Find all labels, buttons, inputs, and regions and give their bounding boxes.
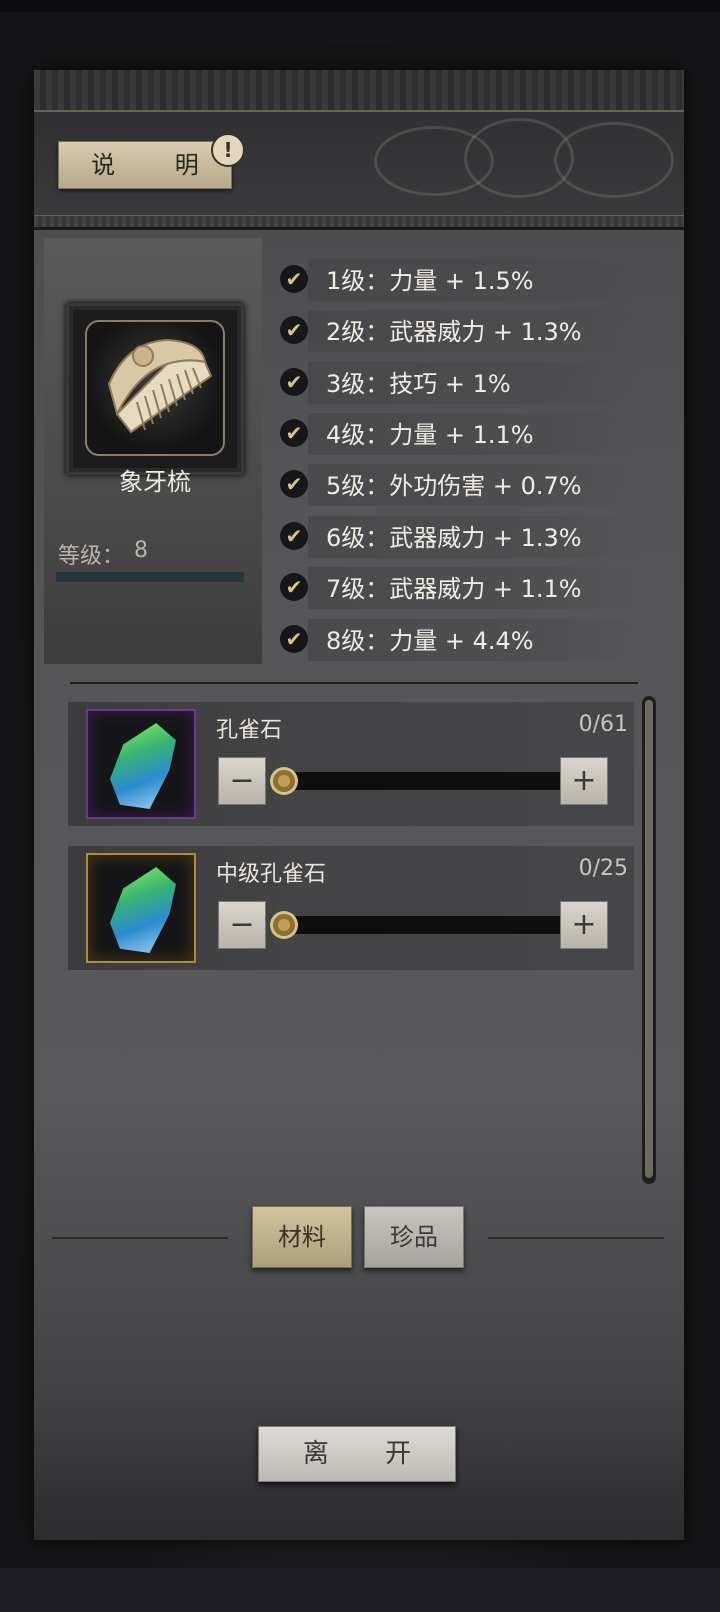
header-trim	[34, 70, 684, 112]
bonus-row: ✔ 7级：武器威力 + 1.1%	[278, 563, 668, 611]
tab-divider-left	[52, 1237, 228, 1239]
material-thumbnail[interactable]	[86, 709, 196, 819]
bonus-row: ✔ 6级：武器威力 + 1.3%	[278, 512, 668, 560]
check-icon: ✔	[280, 573, 308, 601]
material-name: 中级孔雀石	[216, 862, 327, 887]
tab-materials[interactable]: 材料	[252, 1206, 352, 1268]
bonus-text: 8级：力量 + 4.4%	[326, 627, 534, 655]
peacock-stone-icon	[110, 723, 176, 809]
header-trim-lower	[34, 215, 684, 227]
scrollbar-thumb[interactable]	[645, 700, 653, 1178]
bonus-text: 5级：外功伤害 + 0.7%	[326, 472, 582, 500]
increase-button[interactable]: +	[560, 901, 608, 949]
material-count: 0/25	[578, 856, 628, 881]
material-list: 孔雀石 0/61 − + 中级孔雀石 0/25 − +	[68, 702, 634, 1182]
material-row: 中级孔雀石 0/25 − +	[68, 846, 634, 970]
quantity-slider-handle[interactable]	[270, 911, 298, 939]
explain-button[interactable]: 说 明	[58, 141, 232, 189]
bonus-text: 6级：武器威力 + 1.3%	[326, 524, 582, 552]
bonus-row: ✔ 2级：武器威力 + 1.3%	[278, 306, 668, 354]
material-count: 0/61	[578, 712, 628, 737]
quantity-slider-handle[interactable]	[270, 767, 298, 795]
bonus-row: ✔ 8级：力量 + 4.4%	[278, 615, 668, 663]
decrease-button[interactable]: −	[218, 757, 266, 805]
bonus-text: 2级：武器威力 + 1.3%	[326, 318, 582, 346]
bonus-text: 7级：武器威力 + 1.1%	[326, 575, 582, 603]
cloud-ornament	[554, 122, 674, 198]
check-icon: ✔	[280, 368, 308, 396]
bonus-row: ✔ 1级：力量 + 1.5%	[278, 255, 668, 303]
section-divider	[70, 682, 638, 684]
bonus-text: 3级：技巧 + 1%	[326, 370, 511, 398]
tab-treasures[interactable]: 珍品	[364, 1206, 464, 1268]
bonus-row: ✔ 4级：力量 + 1.1%	[278, 409, 668, 457]
tab-divider-right	[488, 1237, 664, 1239]
comb-icon	[107, 338, 213, 434]
check-icon: ✔	[280, 265, 308, 293]
status-bar-strip	[0, 0, 720, 12]
bonus-text: 4级：力量 + 1.1%	[326, 421, 534, 449]
material-thumbnail[interactable]	[86, 853, 196, 963]
leave-button[interactable]: 离 开	[258, 1426, 456, 1482]
level-value: 8	[134, 538, 148, 563]
material-name: 孔雀石	[216, 718, 283, 743]
material-row: 孔雀石 0/61 − +	[68, 702, 634, 826]
check-icon: ✔	[280, 470, 308, 498]
item-name: 象牙梳	[119, 468, 191, 496]
check-icon: ✔	[280, 316, 308, 344]
bonus-row: ✔ 5级：外功伤害 + 0.7%	[278, 460, 668, 508]
item-image	[85, 320, 225, 456]
info-alert-icon[interactable]: !	[211, 133, 245, 167]
check-icon: ✔	[280, 419, 308, 447]
bonus-row: ✔ 3级：技巧 + 1%	[278, 358, 668, 406]
level-label: 等级：	[58, 544, 125, 569]
increase-button[interactable]: +	[560, 757, 608, 805]
check-icon: ✔	[280, 522, 308, 550]
check-icon: ✔	[280, 625, 308, 653]
bonus-text: 1级：力量 + 1.5%	[326, 267, 534, 295]
material-scrollbar[interactable]	[642, 696, 656, 1184]
peacock-stone-icon	[110, 867, 176, 953]
decrease-button[interactable]: −	[218, 901, 266, 949]
navigation-bar-strip	[0, 1568, 720, 1612]
level-progress-bar	[56, 572, 244, 582]
